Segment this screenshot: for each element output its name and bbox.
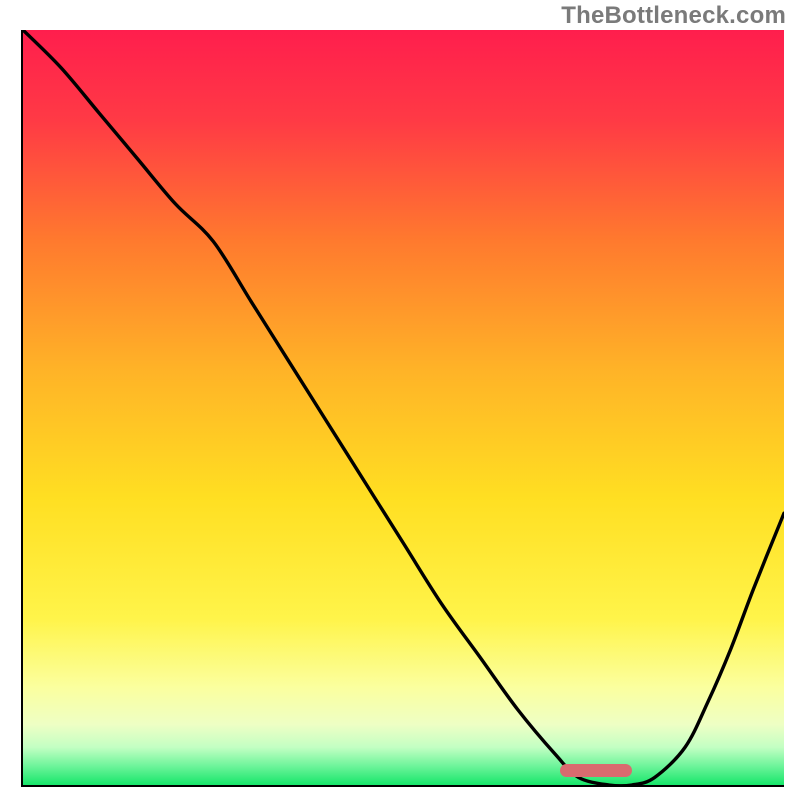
watermark-text: TheBottleneck.com xyxy=(561,2,786,30)
bottleneck-curve-path xyxy=(23,30,784,785)
plot-frame xyxy=(21,30,784,787)
optimal-range-marker xyxy=(560,764,632,777)
chart-stage: TheBottleneck.com xyxy=(0,0,800,800)
curve-svg xyxy=(23,30,784,785)
plot-area xyxy=(23,30,784,785)
